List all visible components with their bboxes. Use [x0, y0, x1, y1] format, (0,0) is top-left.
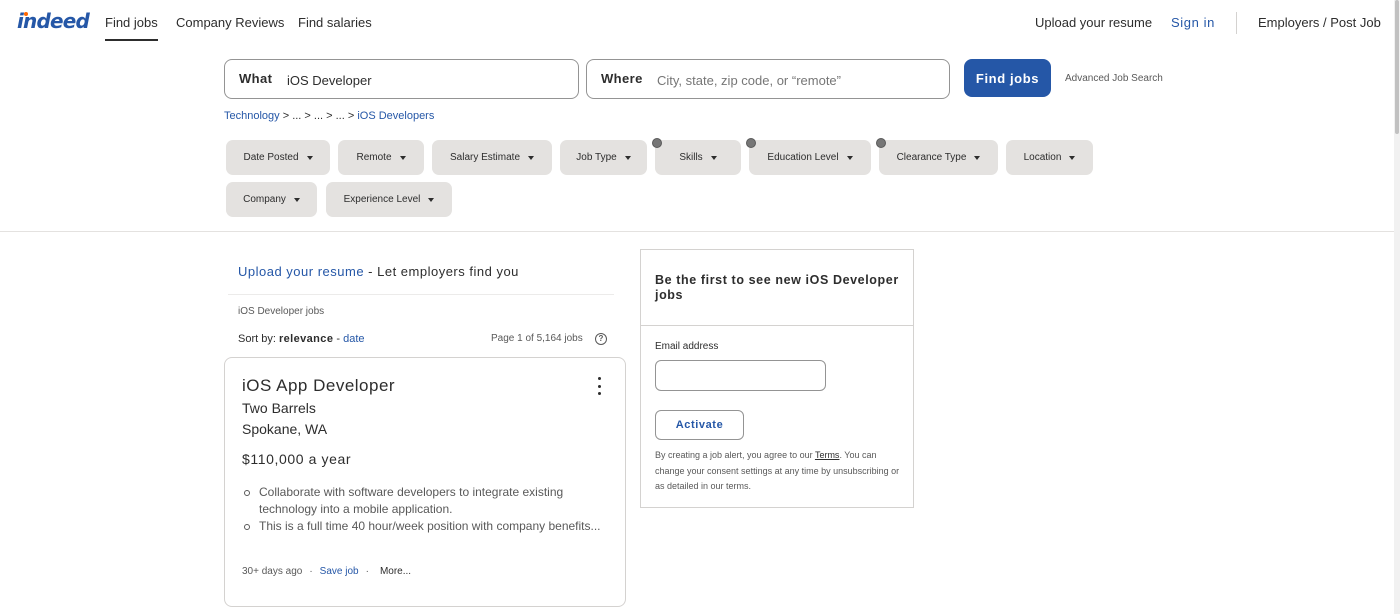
filter-indicator-dot-icon — [746, 138, 756, 148]
caret-down-icon — [624, 155, 631, 160]
footer-dot: · — [309, 566, 313, 577]
legal-text-start: By creating a job alert, you agree to ou… — [655, 450, 815, 460]
filter-label: Experience Level — [343, 194, 421, 205]
filter-date-posted[interactable]: Date Posted — [226, 140, 330, 175]
section-divider — [0, 231, 1394, 232]
filter-label: Salary Estimate — [449, 152, 521, 163]
caret-down-icon — [399, 155, 406, 160]
what-search-box[interactable]: What — [224, 59, 579, 99]
employers-post-job-link[interactable]: Employers / Post Job — [1258, 15, 1381, 30]
caret-down-icon — [974, 155, 981, 160]
job-card-footer: 30+ days ago · Save job · More... — [242, 566, 411, 577]
filter-remote[interactable]: Remote — [338, 140, 424, 175]
what-input[interactable] — [287, 68, 567, 92]
filter-label: Clearance Type — [896, 152, 967, 163]
upload-resume-link[interactable]: Upload your resume — [1035, 15, 1152, 30]
alert-divider — [641, 325, 913, 326]
filter-clearance-type[interactable]: Clearance Type — [879, 140, 998, 175]
page-count: Page 1 of 5,164 jobs — [491, 333, 583, 344]
job-alert-panel: Be the first to see new iOS Developer jo… — [640, 249, 914, 508]
job-title[interactable]: iOS App Developer — [242, 376, 395, 396]
nav-find-jobs[interactable]: Find jobs — [105, 15, 158, 41]
upload-resume-promo: Upload your resume - Let employers find … — [238, 264, 519, 279]
logo-dot-icon — [24, 12, 28, 16]
snippet-bullet: This is a full time 40 hour/week positio… — [242, 518, 612, 535]
job-salary: $110,000 a year — [242, 451, 352, 467]
caret-down-icon — [306, 155, 313, 160]
more-link[interactable]: More... — [380, 566, 411, 577]
advanced-search-link[interactable]: Advanced Job Search — [1065, 73, 1163, 84]
sign-in-link[interactable]: Sign in — [1171, 15, 1215, 30]
sort-prefix: Sort by: — [238, 333, 279, 345]
footer-dot: · — [365, 566, 369, 577]
nav-divider — [1236, 12, 1237, 34]
caret-down-icon — [293, 197, 300, 202]
company-name: Two Barrels — [242, 400, 316, 416]
breadcrumb-ios-developers[interactable]: iOS Developers — [357, 110, 434, 122]
sort-separator: - — [333, 333, 344, 345]
filter-label: Location — [1023, 152, 1062, 163]
terms-link[interactable]: Terms — [815, 450, 840, 460]
help-icon[interactable]: ? — [595, 333, 607, 345]
breadcrumb: Technology > ... > ... > ... > iOS Devel… — [224, 110, 434, 122]
job-card[interactable]: iOS App Developer Two Barrels Spokane, W… — [224, 357, 626, 607]
filter-label: Company — [243, 194, 286, 205]
snippet-bullet: Collaborate with software developers to … — [242, 484, 612, 518]
filter-label: Skills — [679, 152, 703, 163]
filter-skills[interactable]: Skills — [655, 140, 741, 175]
scrollbar-thumb[interactable] — [1395, 0, 1399, 134]
caret-down-icon — [710, 155, 717, 160]
breadcrumb-ellipsis[interactable]: > ... > ... > ... > — [280, 110, 358, 122]
where-search-box[interactable]: Where — [586, 59, 950, 99]
filter-indicator-dot-icon — [876, 138, 886, 148]
where-input[interactable] — [657, 68, 937, 92]
sort-date-link[interactable]: date — [343, 333, 364, 345]
filter-label: Education Level — [767, 152, 839, 163]
job-location: Spokane, WA — [242, 421, 328, 437]
caret-down-icon — [1069, 155, 1076, 160]
job-snippet: Collaborate with software developers to … — [242, 484, 612, 535]
filter-label: Remote — [356, 152, 392, 163]
job-alert-title: Be the first to see new iOS Developer jo… — [655, 273, 899, 302]
caret-down-icon — [846, 155, 853, 160]
more-options-icon[interactable] — [594, 377, 604, 395]
activate-button[interactable]: Activate — [655, 410, 744, 440]
filter-experience-level[interactable]: Experience Level — [326, 182, 452, 217]
results-heading: iOS Developer jobs — [238, 306, 325, 317]
filter-education-level[interactable]: Education Level — [749, 140, 871, 175]
posted-date: 30+ days ago — [242, 566, 303, 577]
filter-label: Job Type — [576, 152, 617, 163]
email-label: Email address — [655, 341, 719, 352]
email-input[interactable] — [655, 360, 826, 391]
nav-find-salaries[interactable]: Find salaries — [298, 15, 372, 30]
find-jobs-button[interactable]: Find jobs — [964, 59, 1051, 97]
nav-company-reviews[interactable]: Company Reviews — [176, 15, 284, 30]
filter-indicator-dot-icon — [652, 138, 662, 148]
what-label: What — [239, 71, 273, 86]
sort-by: Sort by: relevance - date — [238, 333, 365, 345]
sort-relevance: relevance — [278, 333, 334, 345]
filter-label: Date Posted — [243, 152, 299, 163]
breadcrumb-technology[interactable]: Technology — [224, 110, 280, 122]
top-nav: indeed Find jobs Company Reviews Find sa… — [0, 0, 1400, 46]
upload-resume-promo-link[interactable]: Upload your resume — [238, 264, 364, 279]
filter-location[interactable]: Location — [1006, 140, 1093, 175]
where-label: Where — [601, 71, 643, 86]
filter-salary-estimate[interactable]: Salary Estimate — [432, 140, 552, 175]
save-job-link[interactable]: Save job — [320, 566, 359, 577]
filter-job-type[interactable]: Job Type — [560, 140, 647, 175]
filter-company[interactable]: Company — [226, 182, 317, 217]
caret-down-icon — [528, 155, 535, 160]
alert-legal-text: By creating a job alert, you agree to ou… — [655, 448, 905, 495]
upload-resume-promo-text: - Let employers find you — [364, 264, 519, 279]
caret-down-icon — [428, 197, 435, 202]
promo-divider — [228, 294, 614, 295]
